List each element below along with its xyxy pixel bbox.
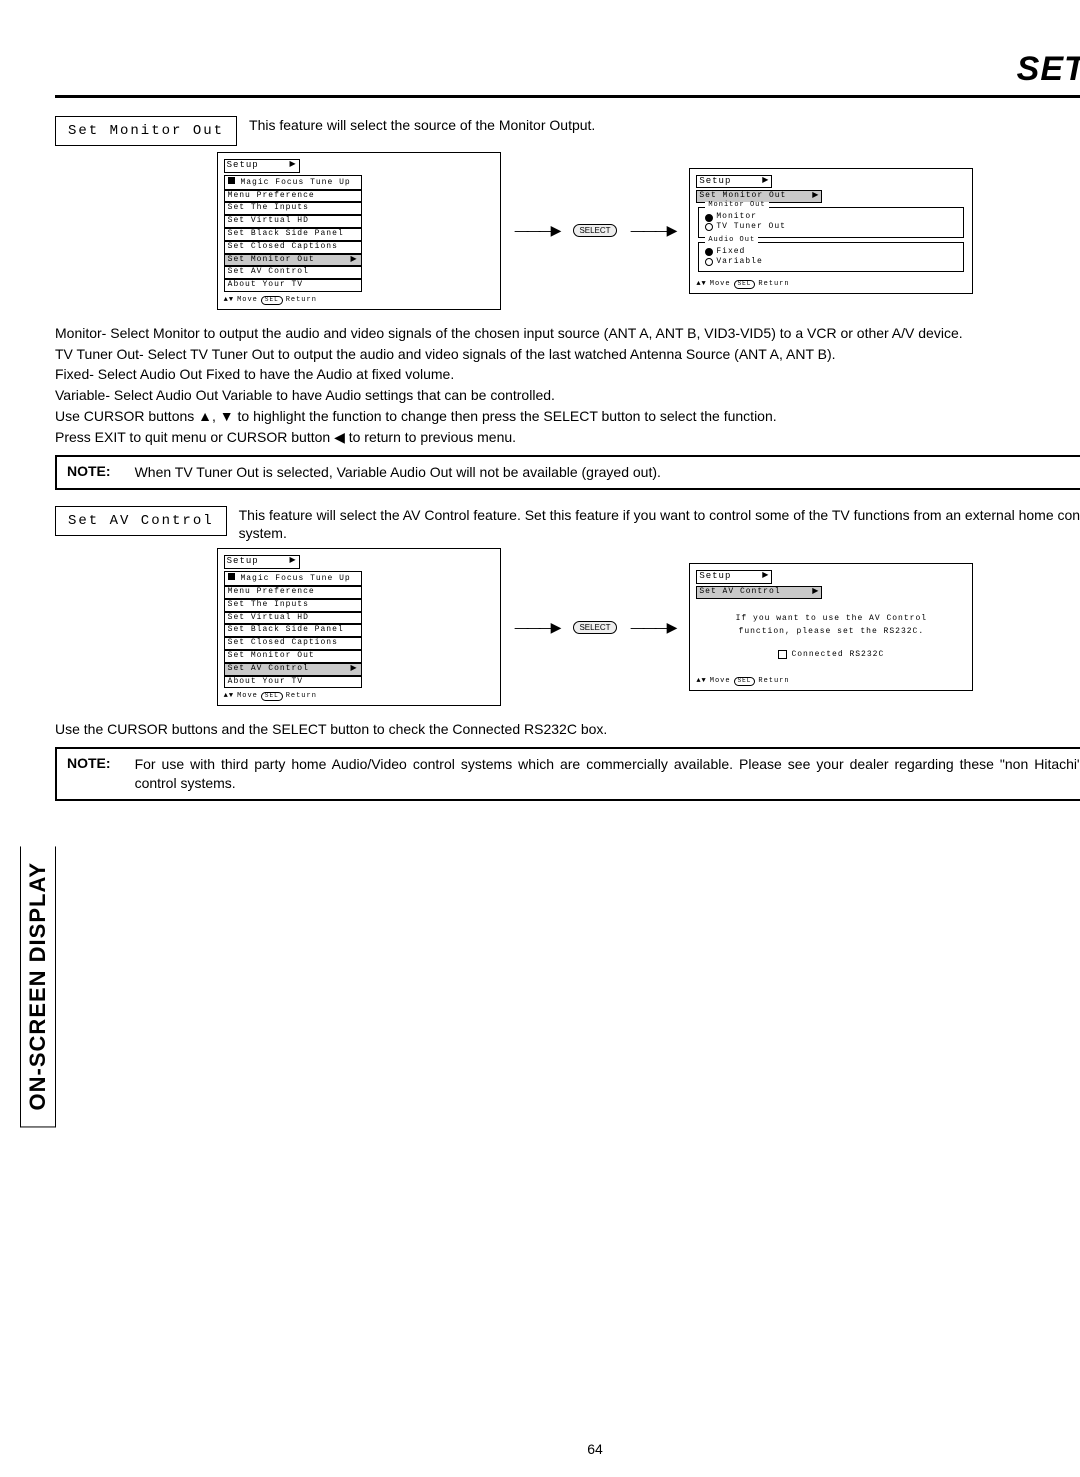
menu-item: About Your TV bbox=[224, 676, 362, 689]
menu-item: Magic Focus Tune Up bbox=[224, 571, 362, 586]
select-button-icon: SELECT bbox=[573, 224, 616, 237]
osd-av-control-submenu: Setup▶ Set AV Control▶ If you want to us… bbox=[689, 563, 973, 691]
menu-item: Set AV Control▶ bbox=[224, 663, 362, 676]
note-label: NOTE: bbox=[67, 755, 111, 793]
set-monitor-out-desc: This feature will select the source of t… bbox=[249, 116, 595, 134]
menu-item: Magic Focus Tune Up bbox=[224, 175, 362, 190]
arrow-right-icon: ———▶ bbox=[515, 222, 560, 239]
menu-item: Set Black Side Panel bbox=[224, 624, 362, 637]
page-title: Setup bbox=[55, 50, 1080, 89]
note-box-2: NOTE: For use with third party home Audi… bbox=[55, 747, 1080, 801]
monitor-out-diagram: Setup▶ Magic Focus Tune UpMenu Preferenc… bbox=[55, 152, 1080, 310]
menu-item: Set Monitor Out bbox=[224, 650, 362, 663]
page-number: 64 bbox=[0, 1441, 1080, 1457]
cursor-instructions: Use CURSOR buttons ▲, ▼ to highlight the… bbox=[55, 407, 1080, 426]
set-monitor-out-label: Set Monitor Out bbox=[55, 116, 237, 146]
set-av-control-label: Set AV Control bbox=[55, 506, 227, 536]
note-text: For use with third party home Audio/Vide… bbox=[135, 755, 1080, 793]
menu-item: About Your TV bbox=[224, 279, 362, 292]
note-text: When TV Tuner Out is selected, Variable … bbox=[135, 463, 1080, 482]
arrow-right-icon: ———▶ bbox=[631, 619, 676, 636]
arrow-right-icon: ———▶ bbox=[515, 619, 560, 636]
variable-desc: Variable- Select Audio Out Variable to h… bbox=[55, 386, 1080, 405]
menu-item: Set Black Side Panel bbox=[224, 228, 362, 241]
menu-item: Set Closed Captions bbox=[224, 637, 362, 650]
osd-setup-menu-left: Setup▶ Magic Focus Tune UpMenu Preferenc… bbox=[217, 152, 501, 310]
side-tab: On-Screen Display bbox=[20, 846, 56, 1127]
menu-item: Set Monitor Out▶ bbox=[224, 254, 362, 267]
select-button-icon: SELECT bbox=[573, 621, 616, 634]
tvtuner-desc: TV Tuner Out- Select TV Tuner Out to out… bbox=[55, 345, 1080, 364]
set-av-control-desc: This feature will select the AV Control … bbox=[239, 506, 1080, 542]
note-label: NOTE: bbox=[67, 463, 111, 482]
exit-instructions: Press EXIT to quit menu or CURSOR button… bbox=[55, 428, 1080, 447]
title-rule bbox=[55, 95, 1080, 98]
menu-item: Set AV Control bbox=[224, 266, 362, 279]
arrow-right-icon: ———▶ bbox=[631, 222, 676, 239]
note-box-1: NOTE: When TV Tuner Out is selected, Var… bbox=[55, 455, 1080, 490]
fixed-desc: Fixed- Select Audio Out Fixed to have th… bbox=[55, 365, 1080, 384]
osd-setup-menu-left-2: Setup▶ Magic Focus Tune UpMenu Preferenc… bbox=[217, 548, 501, 706]
menu-item: Set Virtual HD bbox=[224, 612, 362, 625]
rs232c-instructions: Use the CURSOR buttons and the SELECT bu… bbox=[55, 720, 1080, 739]
av-control-diagram: Setup▶ Magic Focus Tune UpMenu Preferenc… bbox=[55, 548, 1080, 706]
menu-item: Set The Inputs bbox=[224, 599, 362, 612]
menu-item: Set The Inputs bbox=[224, 202, 362, 215]
menu-item: Set Virtual HD bbox=[224, 215, 362, 228]
menu-item: Set Closed Captions bbox=[224, 241, 362, 254]
osd-monitor-out-submenu: Setup▶ Set Monitor Out▶ Monitor Out Moni… bbox=[689, 168, 973, 294]
menu-item: Menu Preference bbox=[224, 190, 362, 203]
monitor-desc: Monitor- Select Monitor to output the au… bbox=[55, 324, 1080, 343]
menu-item: Menu Preference bbox=[224, 586, 362, 599]
